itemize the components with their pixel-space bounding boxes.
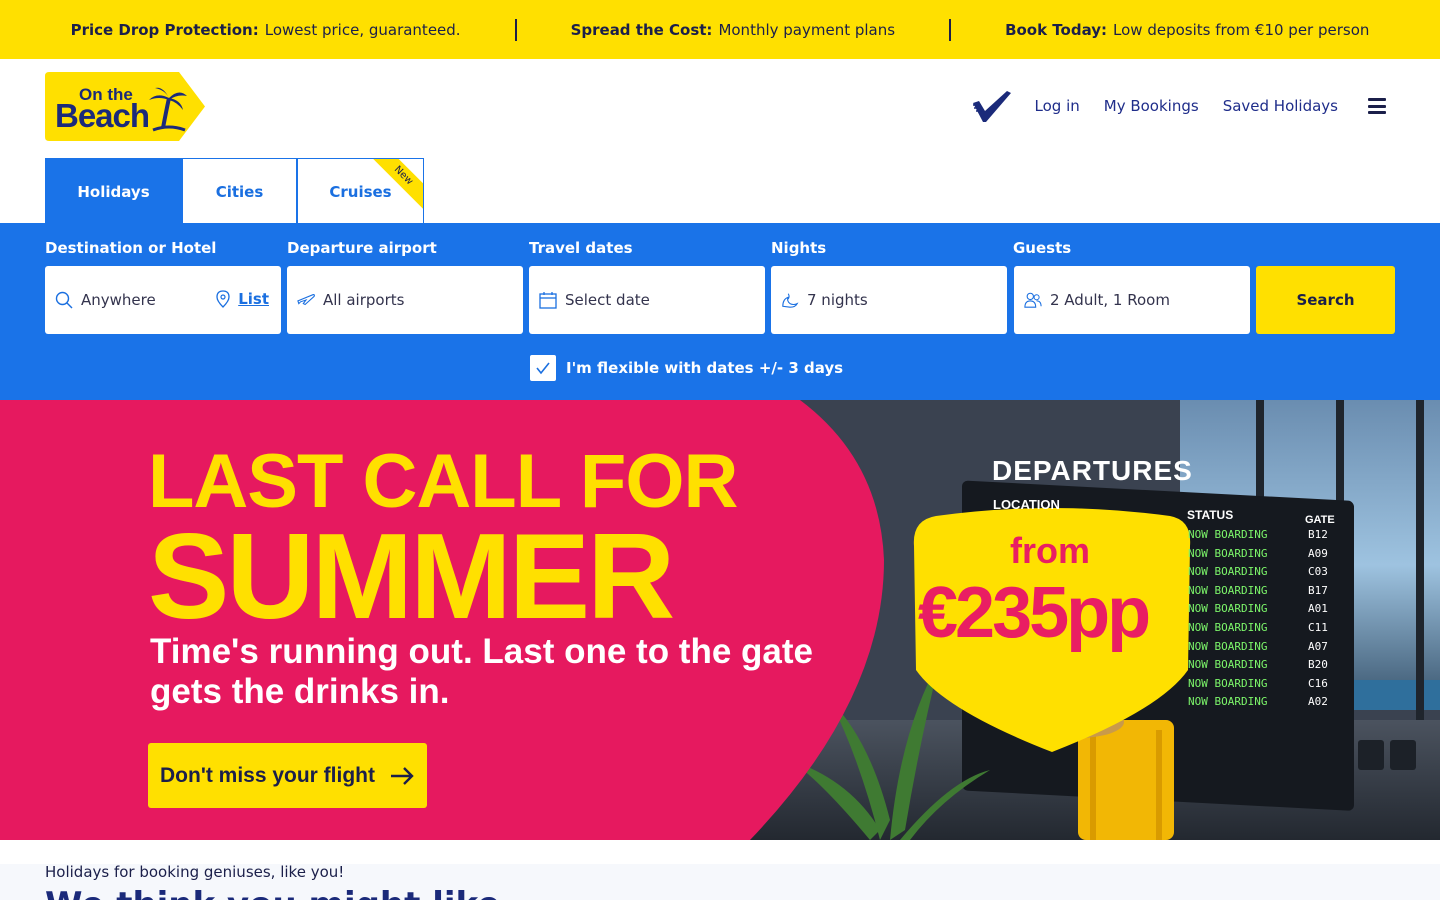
destination-field[interactable]: Anywhere List xyxy=(45,266,281,334)
departure-label: Departure airport xyxy=(287,239,437,257)
list-link[interactable]: List xyxy=(216,290,269,308)
section-kicker: Holidays for booking geniuses, like you! xyxy=(45,863,345,881)
departure-value: All airports xyxy=(323,291,405,309)
travel-dates-field[interactable]: Select date xyxy=(529,266,765,334)
trust-check-icon xyxy=(972,91,1011,122)
promo-divider xyxy=(949,18,952,41)
promo-divider xyxy=(514,18,517,41)
hero-title-line2: SUMMER xyxy=(148,508,675,644)
arrow-right-icon xyxy=(391,766,414,785)
plane-icon xyxy=(297,294,315,306)
board-row-gate: A09 xyxy=(1308,546,1328,560)
tab-cities[interactable]: Cities xyxy=(182,158,297,224)
departures-board-rows: NOW BOARDING B12 NOW BOARDING A09 NOW BOARDI… xyxy=(1188,528,1328,714)
calendar-icon xyxy=(539,292,557,309)
board-row-status: NOW BOARDING xyxy=(1188,583,1268,597)
dates-label: Travel dates xyxy=(529,239,633,257)
nights-label: Nights xyxy=(771,239,827,257)
my-bookings-link[interactable]: My Bookings xyxy=(1104,97,1199,115)
promo-book-today: Book Today: Low deposits from €10 per per… xyxy=(1005,20,1370,39)
travel-dates-value: Select date xyxy=(565,291,650,309)
board-row-gate: B20 xyxy=(1308,658,1328,672)
board-row-status: NOW BOARDING xyxy=(1188,620,1268,634)
login-link[interactable]: Log in xyxy=(1035,97,1080,115)
hero-subtitle: Time's running out. Last one to the gate… xyxy=(150,632,813,711)
departure-field[interactable]: All airports xyxy=(287,266,523,334)
site-header: On the Beach Log in My Bookings Saved Ho… xyxy=(0,59,1440,158)
logo[interactable]: On the Beach xyxy=(45,72,205,141)
header-nav: Log in My Bookings Saved Holidays xyxy=(971,89,1386,123)
saved-holidays-link[interactable]: Saved Holidays xyxy=(1223,97,1338,115)
board-row-status: NOW BOARDING xyxy=(1188,546,1268,560)
tab-holidays[interactable]: Holidays xyxy=(45,158,182,224)
departures-board-row: NOW BOARDING A07 xyxy=(1188,640,1328,659)
departures-board-row: NOW BOARDING C03 xyxy=(1188,565,1328,584)
departures-board-row: NOW BOARDING B17 xyxy=(1188,584,1328,603)
promo-price-drop: Price Drop Protection: Lowest price, guar… xyxy=(70,20,461,39)
moon-icon xyxy=(782,293,799,308)
logo-text-bottom: Beach xyxy=(55,97,149,134)
departures-board-row: NOW BOARDING C16 xyxy=(1188,677,1328,696)
search-icon xyxy=(55,291,73,309)
board-row-gate: B12 xyxy=(1308,528,1328,541)
board-row-status: NOW BOARDING xyxy=(1188,676,1268,690)
board-row-status: NOW BOARDING xyxy=(1188,695,1268,709)
board-row-gate: A01 xyxy=(1308,602,1328,616)
hero-banner[interactable]: LAST CALL FOR SUMMER Time's running out.… xyxy=(0,400,1440,840)
guests-field[interactable]: 2 Adult, 1 Room xyxy=(1014,266,1250,334)
guests-label: Guests xyxy=(1013,239,1072,257)
board-row-status: NOW BOARDING xyxy=(1188,528,1268,541)
board-row-status: NOW BOARDING xyxy=(1188,602,1268,616)
nights-field[interactable]: 7 nights xyxy=(771,266,1007,334)
price-from-label: from xyxy=(1010,530,1090,571)
departures-board-row: NOW BOARDING C11 xyxy=(1188,621,1328,640)
board-row-gate: C16 xyxy=(1308,676,1328,690)
departures-board-location: LOCATION xyxy=(993,497,1060,512)
board-row-status: NOW BOARDING xyxy=(1188,639,1268,653)
guests-icon xyxy=(1024,292,1042,308)
board-row-status: NOW BOARDING xyxy=(1188,658,1268,672)
departures-board-row: NOW BOARDING B20 xyxy=(1188,658,1328,677)
destination-label: Destination or Hotel xyxy=(45,239,217,257)
flexible-dates-row[interactable]: I'm flexible with dates +/- 3 days xyxy=(530,355,843,381)
tab-cruises[interactable]: Cruises New xyxy=(297,158,424,224)
promo-bar: Price Drop Protection: Lowest price, guar… xyxy=(0,0,1440,59)
promo-spread-cost: Spread the Cost: Monthly payment plans xyxy=(570,20,896,39)
departures-board-row: NOW BOARDING A09 xyxy=(1188,547,1328,566)
flexible-dates-checkbox[interactable] xyxy=(530,355,556,381)
hamburger-menu-icon[interactable] xyxy=(1368,98,1386,114)
board-row-gate: A02 xyxy=(1308,695,1328,709)
price-value: €235pp xyxy=(918,573,1151,653)
departures-board-gate-header: GATE xyxy=(1305,514,1335,526)
section-heading: We think you might like xyxy=(45,885,500,900)
destination-value: Anywhere xyxy=(81,291,156,309)
flexible-dates-label: I'm flexible with dates +/- 3 days xyxy=(566,359,844,377)
board-row-gate: B17 xyxy=(1308,583,1328,597)
departures-board-status-header: STATUS xyxy=(1187,508,1234,522)
search-button[interactable]: Search xyxy=(1256,266,1395,334)
board-row-gate: C03 xyxy=(1308,565,1328,579)
map-pin-icon xyxy=(216,290,230,308)
departures-board-title: DEPARTURES xyxy=(992,455,1193,486)
guests-value: 2 Adult, 1 Room xyxy=(1050,291,1170,309)
nights-value: 7 nights xyxy=(807,291,868,309)
departures-board-row: NOW BOARDING A02 xyxy=(1188,695,1328,714)
hero-cta-button[interactable]: Don't miss your flight xyxy=(148,743,427,808)
board-row-gate: C11 xyxy=(1308,620,1328,634)
departures-board-row: NOW BOARDING B12 xyxy=(1188,528,1328,547)
board-row-gate: A07 xyxy=(1308,639,1328,653)
search-panel: Destination or Hotel Departure airport T… xyxy=(0,223,1440,400)
board-row-status: NOW BOARDING xyxy=(1188,565,1268,579)
search-tabs: Holidays Cities Cruises New xyxy=(45,158,424,224)
recommendations-section: Holidays for booking geniuses, like you!… xyxy=(0,840,1440,900)
departures-board-row: NOW BOARDING A01 xyxy=(1188,602,1328,621)
check-mark-icon xyxy=(536,362,550,375)
